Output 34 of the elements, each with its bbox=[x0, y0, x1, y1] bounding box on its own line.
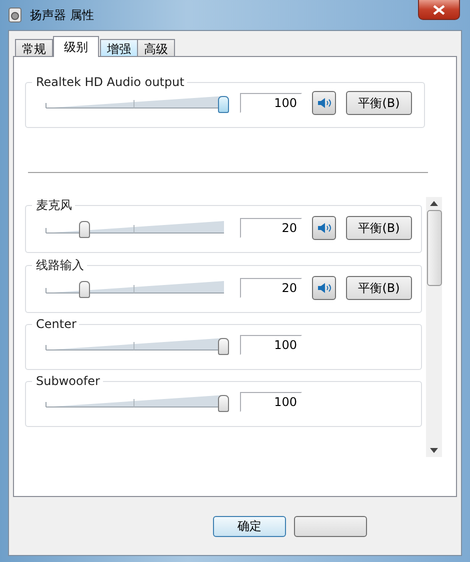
volume-field[interactable]: 100 bbox=[240, 335, 302, 355]
volume-field[interactable]: 20 bbox=[240, 278, 302, 298]
volume-field[interactable]: 20 bbox=[240, 218, 302, 238]
tab[interactable]: 级别 bbox=[53, 36, 99, 57]
window-title: 扬声器 属性 bbox=[30, 6, 94, 24]
scroll-up-icon[interactable] bbox=[430, 201, 438, 206]
close-icon bbox=[433, 4, 445, 14]
balance-button[interactable]: 平衡(B) bbox=[346, 276, 412, 300]
close-button[interactable] bbox=[418, 0, 460, 20]
scroll-thumb[interactable] bbox=[426, 210, 442, 286]
tab[interactable]: 增强 bbox=[100, 39, 138, 57]
tab[interactable]: 常规 bbox=[15, 39, 53, 57]
slider-thumb[interactable] bbox=[78, 281, 90, 298]
slider-thumb[interactable] bbox=[218, 395, 229, 412]
channel-name: 线路输入 bbox=[35, 257, 85, 274]
volume-field[interactable]: 100 bbox=[240, 93, 302, 113]
volume-field[interactable]: 100 bbox=[240, 392, 302, 412]
device-name: Realtek HD Audio output bbox=[35, 75, 186, 89]
ok-button[interactable]: 确定 bbox=[213, 516, 286, 536]
slider-thumb[interactable] bbox=[78, 221, 90, 238]
scrollbar[interactable] bbox=[426, 197, 442, 457]
channel-name: 麦克风 bbox=[35, 197, 73, 214]
dialog-button[interactable] bbox=[294, 516, 367, 536]
speaker-button[interactable] bbox=[312, 276, 336, 300]
speaker-button[interactable] bbox=[312, 91, 336, 115]
slider-thumb[interactable] bbox=[218, 338, 229, 355]
scroll-down-icon[interactable] bbox=[430, 448, 438, 453]
channel-name: Subwoofer bbox=[35, 374, 101, 388]
slider-thumb[interactable] bbox=[218, 96, 229, 113]
balance-button[interactable]: 平衡(B) bbox=[346, 216, 412, 240]
tab[interactable]: 高级 bbox=[137, 39, 175, 57]
speaker-button[interactable] bbox=[312, 216, 336, 240]
channel-name: Center bbox=[35, 317, 78, 331]
balance-button[interactable]: 平衡(B) bbox=[346, 91, 412, 115]
